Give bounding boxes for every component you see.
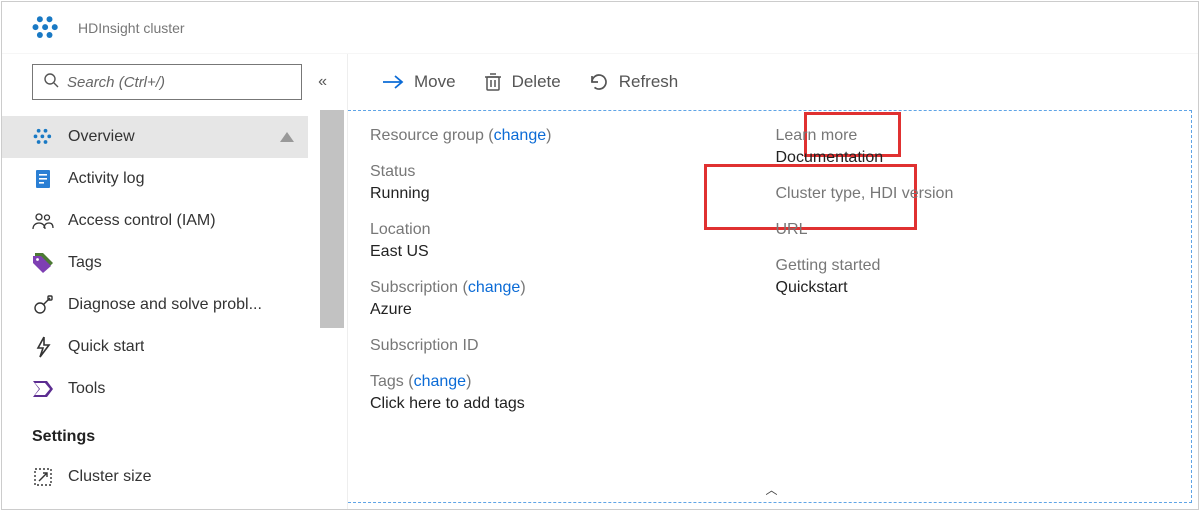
field-status: Status Running (370, 163, 776, 203)
refresh-icon (589, 72, 609, 92)
search-box[interactable] (32, 64, 302, 100)
add-tags-link[interactable]: Click here to add tags (370, 395, 776, 413)
learn-more-label: Learn more (776, 127, 1182, 145)
sidebar-item-tools[interactable]: Tools (2, 368, 308, 410)
field-location: Location East US (370, 221, 776, 261)
move-button[interactable]: Move (368, 61, 470, 103)
sidebar-item-cluster-size[interactable]: Cluster size (2, 456, 308, 490)
field-getting-started: Getting started Quickstart (776, 257, 1182, 297)
field-cluster-type: Cluster type, HDI version (776, 185, 1182, 203)
sidebar-item-label: Overview (68, 128, 135, 146)
sidebar-nav: Overview (2, 110, 308, 490)
sidebar-item-access-control[interactable]: Access control (IAM) (2, 200, 308, 242)
resource-group-change-link[interactable]: change (494, 127, 547, 144)
subscription-label: Subscription (change) (370, 279, 776, 297)
tools-icon (32, 378, 54, 400)
activity-log-icon (32, 168, 54, 190)
field-subscription: Subscription (change) Azure (370, 279, 776, 319)
sidebar-item-label: Diagnose and solve probl... (68, 296, 262, 314)
overview-content: Resource group (change) Status Running L… (348, 110, 1192, 503)
main-pane: Move Delete (348, 54, 1198, 509)
sidebar-section-settings: Settings (2, 410, 308, 456)
status-value: Running (370, 185, 776, 203)
resource-group-label: Resource group (change) (370, 127, 776, 145)
sidebar: « Ove (2, 54, 348, 509)
overview-left-column: Resource group (change) Status Running L… (370, 127, 776, 494)
sidebar-item-overview[interactable]: Overview (2, 116, 308, 158)
sidebar-scrollbar-track[interactable] (320, 110, 344, 490)
status-label: Status (370, 163, 776, 181)
header-bar: HDInsight cluster (2, 2, 1198, 54)
collapse-triangle-icon (280, 129, 294, 146)
getting-started-label: Getting started (776, 257, 1182, 275)
sidebar-item-label: Tools (68, 380, 105, 398)
tags-label: Tags (change) (370, 373, 776, 391)
azure-portal-window: HDInsight cluster « (1, 1, 1199, 510)
menu-collapse-button[interactable]: « (312, 69, 333, 95)
field-url: URL (776, 221, 1182, 239)
quickstart-link[interactable]: Quickstart (776, 279, 1182, 297)
delete-button[interactable]: Delete (470, 61, 575, 103)
sidebar-item-diagnose[interactable]: Diagnose and solve probl... (2, 284, 308, 326)
access-control-icon (32, 210, 54, 232)
sidebar-item-tags[interactable]: Tags (2, 242, 308, 284)
trash-icon (484, 72, 502, 92)
sidebar-item-activity-log[interactable]: Activity log (2, 158, 308, 200)
move-label: Move (414, 72, 456, 92)
subscription-change-link[interactable]: change (468, 279, 521, 296)
quickstart-icon (32, 336, 54, 358)
sidebar-item-label: Quick start (68, 338, 144, 356)
header-title: HDInsight cluster (78, 20, 185, 36)
sidebar-item-label: Access control (IAM) (68, 212, 216, 230)
sidebar-item-label: Tags (68, 254, 102, 272)
subscription-id-label: Subscription ID (370, 337, 776, 355)
sidebar-item-quick-start[interactable]: Quick start (2, 326, 308, 368)
tags-change-link[interactable]: change (414, 373, 467, 390)
field-learn-more: Learn more Documentation (776, 127, 1182, 167)
overview-icon (32, 126, 54, 148)
diagnose-icon (32, 294, 54, 316)
field-resource-group: Resource group (change) (370, 127, 776, 145)
url-label: URL (776, 221, 1182, 239)
search-input[interactable] (67, 74, 291, 91)
overview-right-column: Learn more Documentation Cluster type, H… (776, 127, 1182, 494)
sidebar-item-label: Activity log (68, 170, 144, 188)
location-label: Location (370, 221, 776, 239)
tags-icon (32, 252, 54, 274)
refresh-label: Refresh (619, 72, 679, 92)
field-subscription-id: Subscription ID (370, 337, 776, 355)
delete-label: Delete (512, 72, 561, 92)
search-row: « (2, 54, 347, 110)
cluster-type-label: Cluster type, HDI version (776, 185, 1182, 203)
refresh-button[interactable]: Refresh (575, 61, 693, 103)
search-icon (43, 72, 59, 92)
move-arrow-icon (382, 74, 404, 90)
documentation-link[interactable]: Documentation (776, 149, 1182, 167)
hdinsight-logo-icon (32, 14, 60, 42)
sidebar-item-label: Cluster size (68, 468, 152, 486)
cluster-size-icon (32, 466, 54, 488)
toolbar: Move Delete (348, 54, 1198, 110)
sidebar-scrollbar-thumb[interactable] (320, 110, 344, 328)
location-value: East US (370, 243, 776, 261)
subscription-value-link[interactable]: Azure (370, 301, 776, 319)
collapse-essentials-button[interactable]: ︿ (765, 481, 773, 498)
field-tags: Tags (change) Click here to add tags (370, 373, 776, 413)
